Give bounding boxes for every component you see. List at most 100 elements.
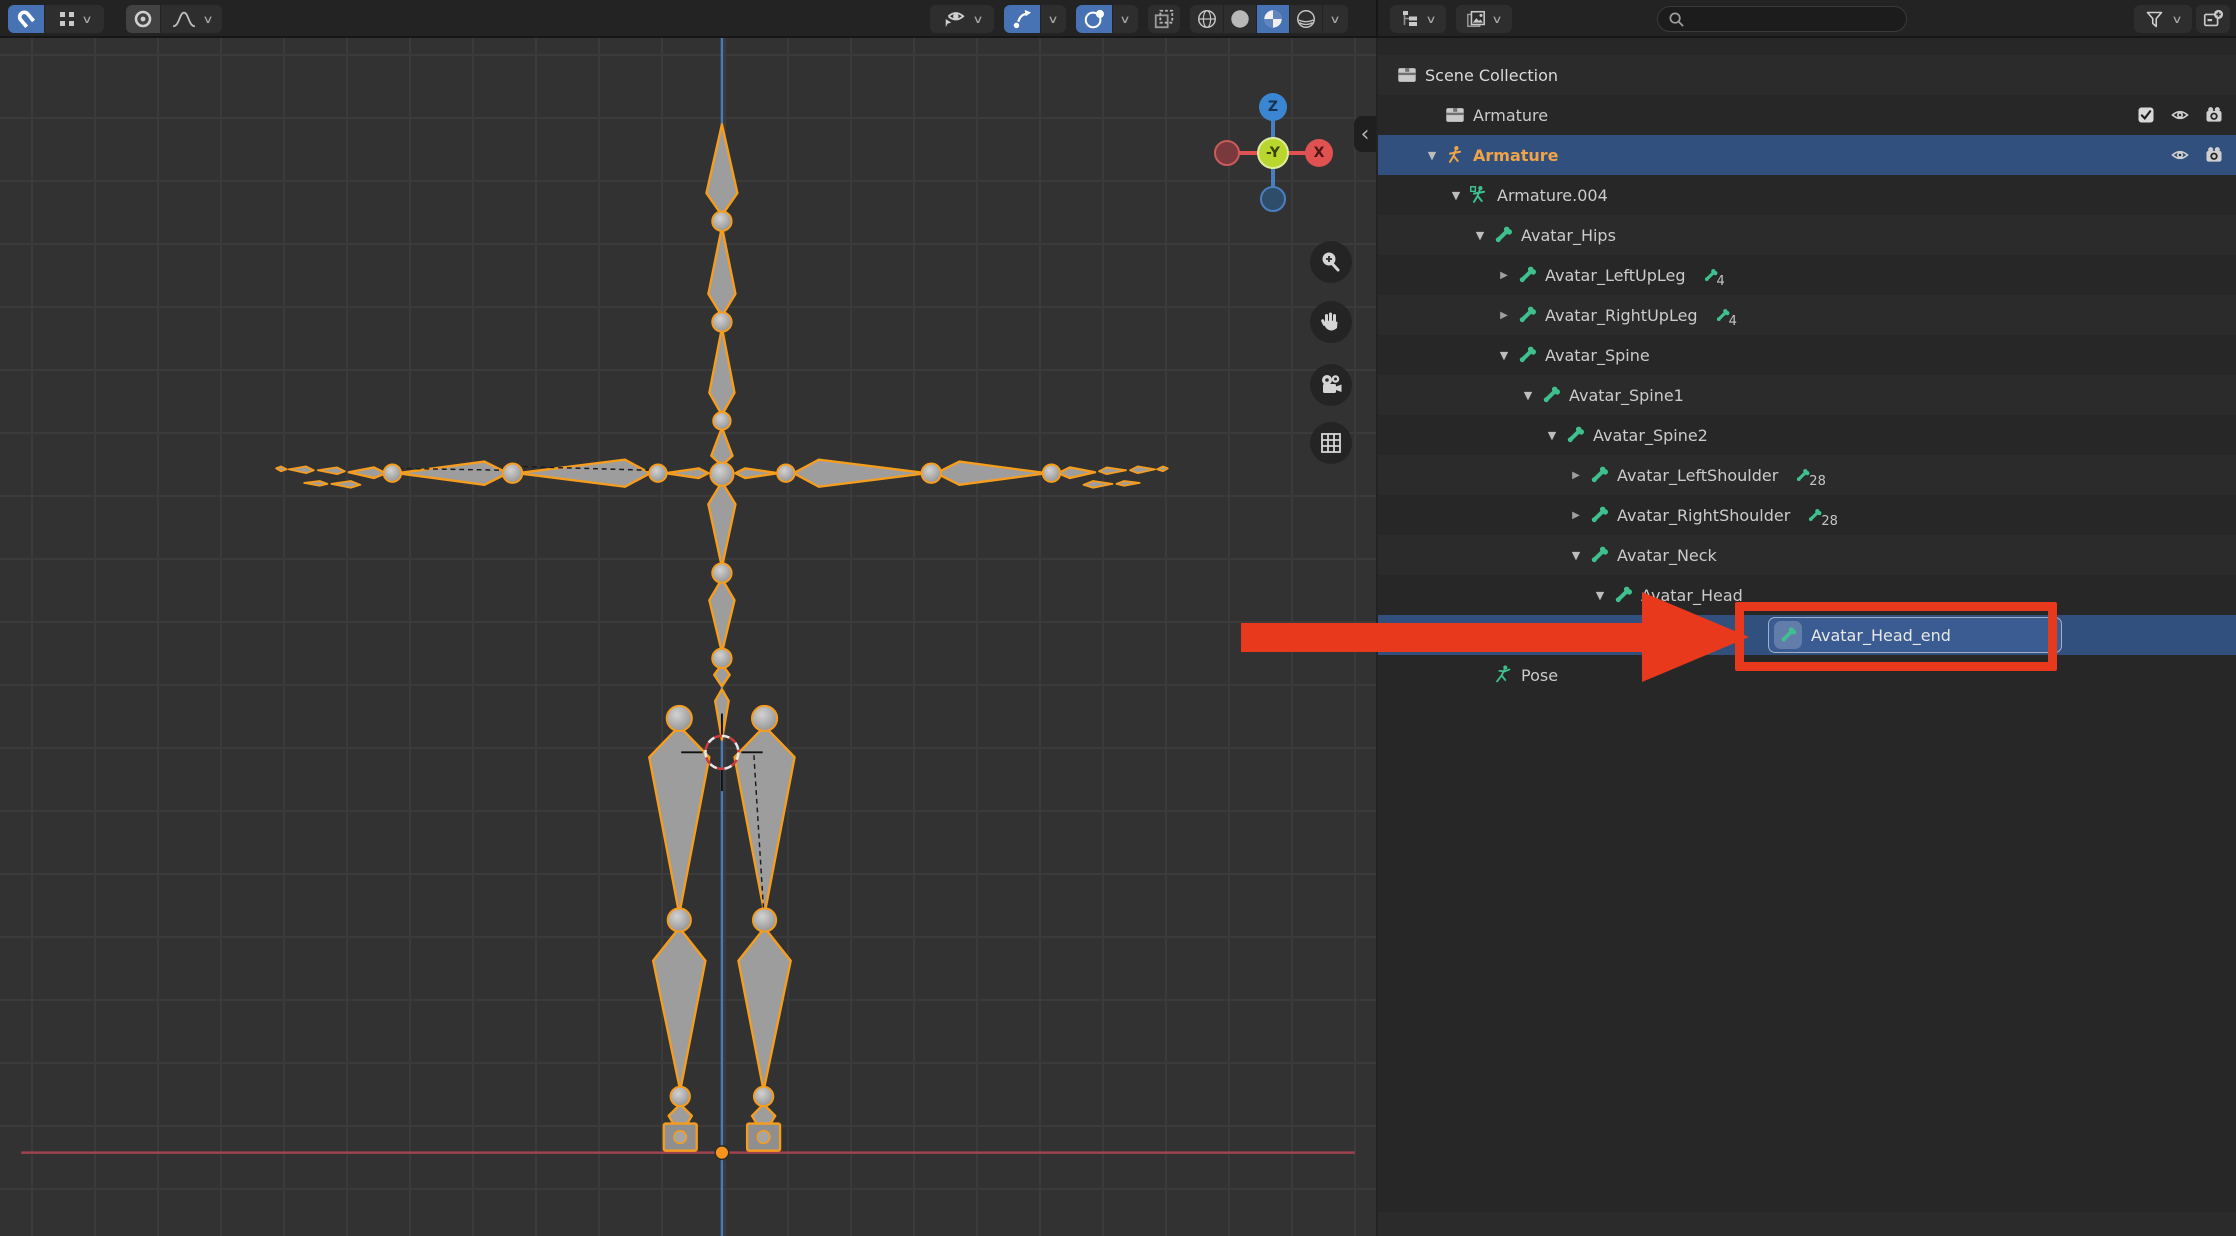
proportional-group: ∨ [126, 5, 222, 33]
outliner-item-label: Scene Collection [1425, 66, 1558, 85]
outliner-row-armature[interactable]: Armature [1378, 95, 2236, 135]
expander-open-icon[interactable]: ▼ [1444, 189, 1468, 202]
count-number: 4 [1729, 314, 1737, 329]
shading-solid-button[interactable] [1223, 5, 1256, 33]
shading-wireframe-button[interactable] [1190, 5, 1223, 33]
child-bone-count: 4 [1702, 267, 1727, 284]
bone-icon [1588, 464, 1610, 486]
toggle-xray-button[interactable] [1148, 5, 1180, 33]
collection-icon [1396, 64, 1418, 86]
camera-icon[interactable] [2204, 145, 2224, 165]
outliner-row-avatar-hips[interactable]: ▼Avatar_Hips [1378, 215, 2236, 255]
annotation-arrow-head [1642, 592, 1749, 682]
pose-icon [1492, 664, 1514, 686]
gizmo-neg-x-ball[interactable] [1214, 140, 1240, 166]
chevron-down-icon: ∨ [1426, 13, 1437, 26]
outliner-row-avatar-leftshoulder[interactable]: ▶ Avatar_LeftShoulder 28 [1378, 455, 2236, 495]
snap-magnet-button[interactable] [8, 5, 44, 33]
outliner-item-label: Avatar_Spine2 [1593, 426, 1708, 445]
chevron-down-icon: ∨ [2172, 13, 2183, 26]
3d-viewport[interactable]: Z X -Y [0, 38, 1376, 1236]
solid-sphere-icon [1229, 8, 1251, 30]
child-bone-count: 28 [1806, 507, 1840, 524]
outliner-row-avatar-spine1[interactable]: ▼ Avatar_Spine1 [1378, 375, 2236, 415]
gizmo-neg-y-ball[interactable]: -Y [1257, 137, 1289, 169]
chevron-down-icon: ∨ [81, 13, 92, 26]
pan-tool-button[interactable] [1310, 301, 1352, 343]
eye-icon[interactable] [2170, 105, 2190, 125]
search-box[interactable] [1657, 6, 1907, 32]
expander-open-icon[interactable]: ▼ [1420, 149, 1444, 162]
gizmo-x-label: X [1314, 145, 1325, 161]
expander-open-icon[interactable]: ▼ [1516, 389, 1540, 402]
chevron-down-icon: ∨ [1330, 13, 1341, 26]
child-bone-count: 4 [1714, 307, 1739, 324]
editor-type-button[interactable]: ∨ [1390, 5, 1446, 33]
row-restriction-toggles [2170, 135, 2224, 175]
shading-rendered-button[interactable] [1289, 5, 1322, 33]
proportional-falloff-button[interactable]: ∨ [160, 5, 222, 33]
outliner-row-avatar-neck[interactable]: ▼Avatar_Neck [1378, 535, 2236, 575]
shading-dropdown[interactable]: ∨ [1322, 5, 1348, 33]
overlays-dropdown[interactable]: ∨ [1112, 5, 1138, 33]
outliner-row-avatar-rightupleg[interactable]: ▶Avatar_RightUpLeg4 [1378, 295, 2236, 335]
expander-open-icon[interactable]: ▼ [1492, 349, 1516, 362]
outliner-row-avatar-spine2[interactable]: ▼ Avatar_Spine2 [1378, 415, 2236, 455]
gizmo-z-ball[interactable]: Z [1259, 93, 1287, 121]
outliner-item-label: Pose [1521, 666, 1558, 685]
outliner-row-armature-004[interactable]: ▼Armature.004 [1378, 175, 2236, 215]
expander-open-icon[interactable]: ▼ [1564, 549, 1588, 562]
expander-closed-icon[interactable]: ▶ [1492, 270, 1516, 281]
outliner-row-scene-collection[interactable]: Scene Collection [1378, 55, 2236, 95]
show-object-types-button[interactable]: ∨ [930, 5, 994, 33]
checkbox-icon[interactable] [2136, 105, 2156, 125]
expander-open-icon[interactable]: ▼ [1468, 229, 1492, 242]
row-restriction-toggles [2136, 95, 2224, 135]
falloff-curve-icon [171, 9, 197, 29]
navigation-gizmo[interactable]: Z X -Y [1213, 93, 1333, 213]
search-icon [1668, 11, 1685, 28]
outliner-item-label: Avatar_Spine1 [1569, 386, 1684, 405]
bone-icon [1516, 264, 1538, 286]
outliner-row-armature[interactable]: ▼Armature [1378, 135, 2236, 175]
count-number: 28 [1809, 474, 1826, 489]
sidebar-collapse-arrow[interactable]: ‹ [1354, 116, 1376, 152]
chevron-down-icon: ∨ [1120, 13, 1131, 26]
eye-icon[interactable] [2170, 145, 2190, 165]
expander-open-icon[interactable]: ▼ [1588, 589, 1612, 602]
toggle-orthographic-button[interactable] [1310, 422, 1352, 464]
shading-material-preview-button[interactable] [1256, 5, 1289, 33]
proportional-editing-button[interactable] [126, 5, 160, 33]
search-input[interactable] [1685, 10, 1885, 28]
camera-view-button[interactable] [1310, 364, 1352, 406]
wireframe-sphere-icon [1196, 8, 1218, 30]
display-mode-button[interactable]: ∨ [1456, 5, 1512, 33]
outliner-row-avatar-leftupleg[interactable]: ▶Avatar_LeftUpLeg4 [1378, 255, 2236, 295]
expander-open-icon[interactable]: ▼ [1540, 429, 1564, 442]
outliner-item-label: Avatar_LeftShoulder [1617, 466, 1778, 485]
gizmo-z-label: Z [1268, 99, 1278, 115]
outliner-row-avatar-rightshoulder[interactable]: ▶Avatar_RightShoulder28 [1378, 495, 2236, 535]
expander-closed-icon[interactable]: ▶ [1564, 510, 1588, 521]
filter-button[interactable]: ∨ [2134, 5, 2192, 33]
rendered-sphere-icon [1295, 8, 1317, 30]
show-gizmo-button[interactable] [1004, 5, 1040, 33]
zoom-tool-button[interactable] [1310, 241, 1352, 283]
gizmo-dropdown[interactable]: ∨ [1040, 5, 1066, 33]
gizmo-neg-z-ball[interactable] [1260, 186, 1286, 212]
snap-target-button[interactable]: ∨ [44, 5, 104, 33]
object-origin-dot[interactable] [715, 1146, 729, 1160]
show-overlays-button[interactable] [1076, 5, 1112, 33]
bone-icon [1540, 384, 1562, 406]
expander-closed-icon[interactable]: ▶ [1492, 310, 1516, 321]
zoom-icon [1319, 250, 1343, 274]
camera-icon[interactable] [2204, 105, 2224, 125]
new-collection-button[interactable] [2196, 5, 2230, 33]
expander-closed-icon[interactable]: ▶ [1564, 470, 1588, 481]
outliner-row-avatar-spine[interactable]: ▼Avatar_Spine [1378, 335, 2236, 375]
collection-icon [1444, 104, 1466, 126]
snap-increment-icon [58, 10, 76, 28]
gizmo-x-ball[interactable]: X [1305, 139, 1333, 167]
bone-relation-lines [397, 466, 763, 910]
bone-icon [1492, 224, 1514, 246]
